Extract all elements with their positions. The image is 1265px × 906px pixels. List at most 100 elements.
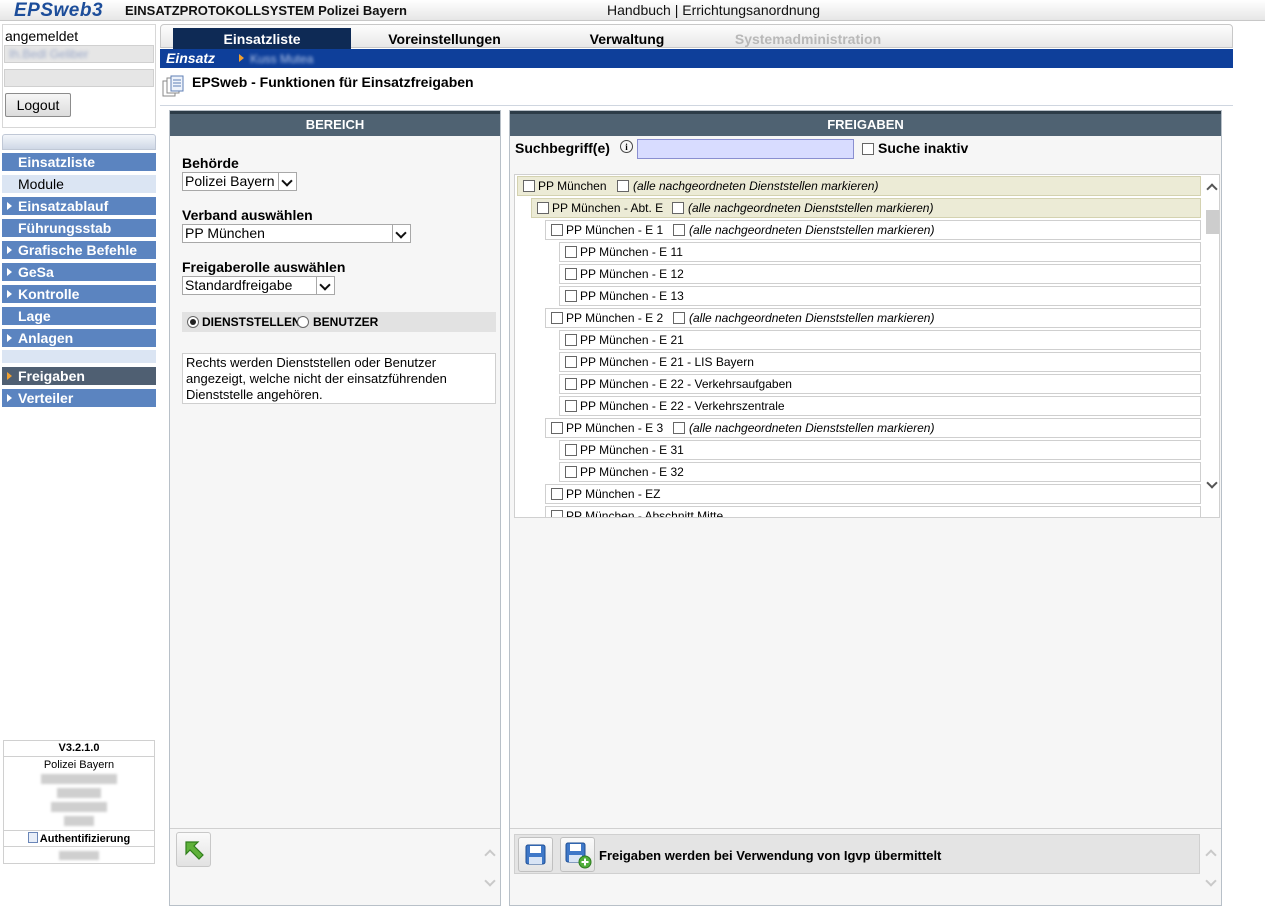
- dienststelle-checkbox[interactable]: [565, 466, 577, 478]
- select-all-children-label[interactable]: (alle nachgeordneten Dienststellen marki…: [633, 177, 878, 195]
- info-icon[interactable]: i: [620, 140, 633, 153]
- dienststelle-name: PP München - E 22 - Verkehrszentrale: [580, 399, 785, 413]
- sidebar-item-label: Lage: [18, 308, 51, 324]
- benutzer-radio[interactable]: [297, 316, 309, 328]
- select-all-children-label[interactable]: (alle nachgeordneten Dienststellen marki…: [688, 199, 933, 217]
- tree-row[interactable]: PP München - E 32: [559, 462, 1201, 482]
- breadcrumb: Einsatz Kuss Mutea: [160, 49, 1233, 68]
- errichtungsanordnung-link[interactable]: Errichtungsanordnung: [682, 2, 820, 18]
- tree-row[interactable]: PP München - E 11: [559, 242, 1201, 262]
- select-all-children-checkbox[interactable]: [673, 312, 685, 324]
- nav-header: [2, 134, 156, 150]
- scroll-up-icon[interactable]: [1205, 849, 1217, 861]
- sidebar-item-führungsstab[interactable]: Führungsstab: [2, 219, 156, 237]
- select-all-children-label[interactable]: (alle nachgeordneten Dienststellen marki…: [689, 221, 934, 239]
- dienststelle-checkbox[interactable]: [565, 290, 577, 302]
- sidebar-item-module[interactable]: Module: [2, 175, 156, 193]
- select-all-children-checkbox[interactable]: [617, 180, 629, 192]
- login-box: angemeldet Ih.Bedl Geliber Logout: [2, 24, 156, 128]
- save-and-add-button[interactable]: [560, 837, 595, 872]
- tab-verwaltung[interactable]: Verwaltung: [541, 28, 713, 49]
- scroll-down-icon[interactable]: [1206, 477, 1218, 489]
- dienststelle-checkbox[interactable]: [551, 312, 563, 324]
- handbuch-link[interactable]: Handbuch: [607, 2, 671, 18]
- tree-row[interactable]: PP München - EZ: [545, 484, 1201, 504]
- logout-button[interactable]: Logout: [5, 93, 71, 117]
- verband-select[interactable]: PP München: [182, 224, 411, 243]
- arrow-up-left-icon: [185, 841, 204, 860]
- benutzer-radio-label[interactable]: BENUTZER: [313, 315, 378, 329]
- auth-row[interactable]: Authentifizierung: [4, 830, 154, 847]
- dienststelle-name: PP München - E 21 - LIS Bayern: [580, 355, 754, 369]
- breadcrumb-root[interactable]: Einsatz: [166, 50, 215, 66]
- dienststelle-checkbox[interactable]: [551, 224, 563, 236]
- freigaben-footer: Freigaben werden bei Verwendung von Igvp…: [510, 828, 1221, 905]
- dienststelle-checkbox[interactable]: [565, 444, 577, 456]
- sidebar-item-einsatzablauf[interactable]: Einsatzablauf: [2, 197, 156, 215]
- tree-row[interactable]: PP München - E 2 (alle nachgeordneten Die…: [545, 308, 1201, 328]
- sidebar-item-label: Führungsstab: [18, 220, 112, 236]
- freigaberolle-select[interactable]: Standardfreigabe: [182, 276, 335, 295]
- verband-value: PP München: [185, 225, 265, 241]
- bereich-header: BEREICH: [170, 111, 500, 136]
- sidebar-item-einsatzliste[interactable]: Einsatzliste: [2, 153, 156, 171]
- tree-row[interactable]: PP München - E 1 (alle nachgeordneten Die…: [545, 220, 1201, 240]
- dienststellen-radio[interactable]: [187, 316, 199, 328]
- behoerde-select[interactable]: Polizei Bayern: [182, 172, 297, 191]
- search-input[interactable]: [637, 139, 854, 159]
- tree-row[interactable]: PP München - E 13: [559, 286, 1201, 306]
- tree-row[interactable]: PP München - Abschnitt Mitte: [545, 506, 1201, 517]
- dienststelle-checkbox[interactable]: [537, 202, 549, 214]
- dienststelle-checkbox[interactable]: [551, 422, 563, 434]
- dienststelle-checkbox[interactable]: [551, 488, 563, 500]
- version-label: V3.2.1.0: [4, 741, 154, 757]
- sidebar-item-gesa[interactable]: GeSa: [2, 263, 156, 281]
- tree-row[interactable]: PP München (alle nachgeordneten Dienstste…: [517, 176, 1201, 196]
- save-button[interactable]: [518, 837, 553, 872]
- select-all-children-checkbox[interactable]: [673, 224, 685, 236]
- freigaberolle-value: Standardfreigabe: [185, 277, 293, 293]
- tree-row[interactable]: PP München - E 21: [559, 330, 1201, 350]
- select-all-children-checkbox[interactable]: [673, 422, 685, 434]
- tree-row[interactable]: PP München - E 22 - Verkehrszentrale: [559, 396, 1201, 416]
- tree-row[interactable]: PP München - E 31: [559, 440, 1201, 460]
- tree-row[interactable]: PP München - E 22 - Verkehrsaufgaben: [559, 374, 1201, 394]
- scroll-up-icon[interactable]: [1206, 183, 1218, 195]
- tree-row[interactable]: PP München - E 21 - LIS Bayern: [559, 352, 1201, 372]
- dienststelle-checkbox[interactable]: [551, 510, 563, 517]
- tree-scrollbar[interactable]: [1204, 175, 1219, 517]
- scroll-up-icon[interactable]: [484, 849, 496, 861]
- chevron-right-icon: [7, 202, 12, 210]
- scroll-down-icon[interactable]: [484, 875, 496, 887]
- dienststellen-radio-label[interactable]: DIENSTSTELLEN: [202, 315, 301, 329]
- dienststelle-checkbox[interactable]: [565, 356, 577, 368]
- scroll-down-icon[interactable]: [1205, 875, 1217, 887]
- select-all-children-label[interactable]: (alle nachgeordneten Dienststellen marki…: [689, 419, 934, 437]
- tree-row[interactable]: PP München - E 12: [559, 264, 1201, 284]
- tab-voreinstellungen[interactable]: Voreinstellungen: [357, 28, 532, 49]
- tab-einsatzliste[interactable]: Einsatzliste: [173, 28, 351, 49]
- scrollbar-thumb[interactable]: [1206, 210, 1219, 234]
- dienststelle-checkbox[interactable]: [565, 334, 577, 346]
- dienststelle-checkbox[interactable]: [565, 400, 577, 412]
- sidebar-item-grafische-befehle[interactable]: Grafische Befehle: [2, 241, 156, 259]
- sidebar-item-anlagen[interactable]: Anlagen: [2, 329, 156, 347]
- sidebar-item-verteiler[interactable]: Verteiler: [2, 389, 156, 407]
- tree-row[interactable]: PP München - Abt. E (alle nachgeordneten …: [531, 198, 1201, 218]
- dienststelle-checkbox[interactable]: [565, 246, 577, 258]
- sidebar-item-kontrolle[interactable]: Kontrolle: [2, 285, 156, 303]
- select-all-children-label[interactable]: (alle nachgeordneten Dienststellen marki…: [689, 309, 934, 327]
- floppy-disk-add-icon: [565, 842, 592, 869]
- dienststelle-checkbox[interactable]: [523, 180, 535, 192]
- suche-inaktiv-label[interactable]: Suche inaktiv: [878, 140, 968, 156]
- suche-inaktiv-checkbox[interactable]: [862, 143, 874, 155]
- dienststelle-name: PP München - E 22 - Verkehrsaufgaben: [580, 377, 792, 391]
- sidebar-item-freigaben[interactable]: Freigaben: [2, 367, 156, 385]
- dienststelle-checkbox[interactable]: [565, 268, 577, 280]
- back-button[interactable]: [176, 832, 211, 867]
- chevron-down-icon: [316, 277, 334, 294]
- tree-row[interactable]: PP München - E 3 (alle nachgeordneten Die…: [545, 418, 1201, 438]
- select-all-children-checkbox[interactable]: [672, 202, 684, 214]
- sidebar-item-lage[interactable]: Lage: [2, 307, 156, 325]
- dienststelle-checkbox[interactable]: [565, 378, 577, 390]
